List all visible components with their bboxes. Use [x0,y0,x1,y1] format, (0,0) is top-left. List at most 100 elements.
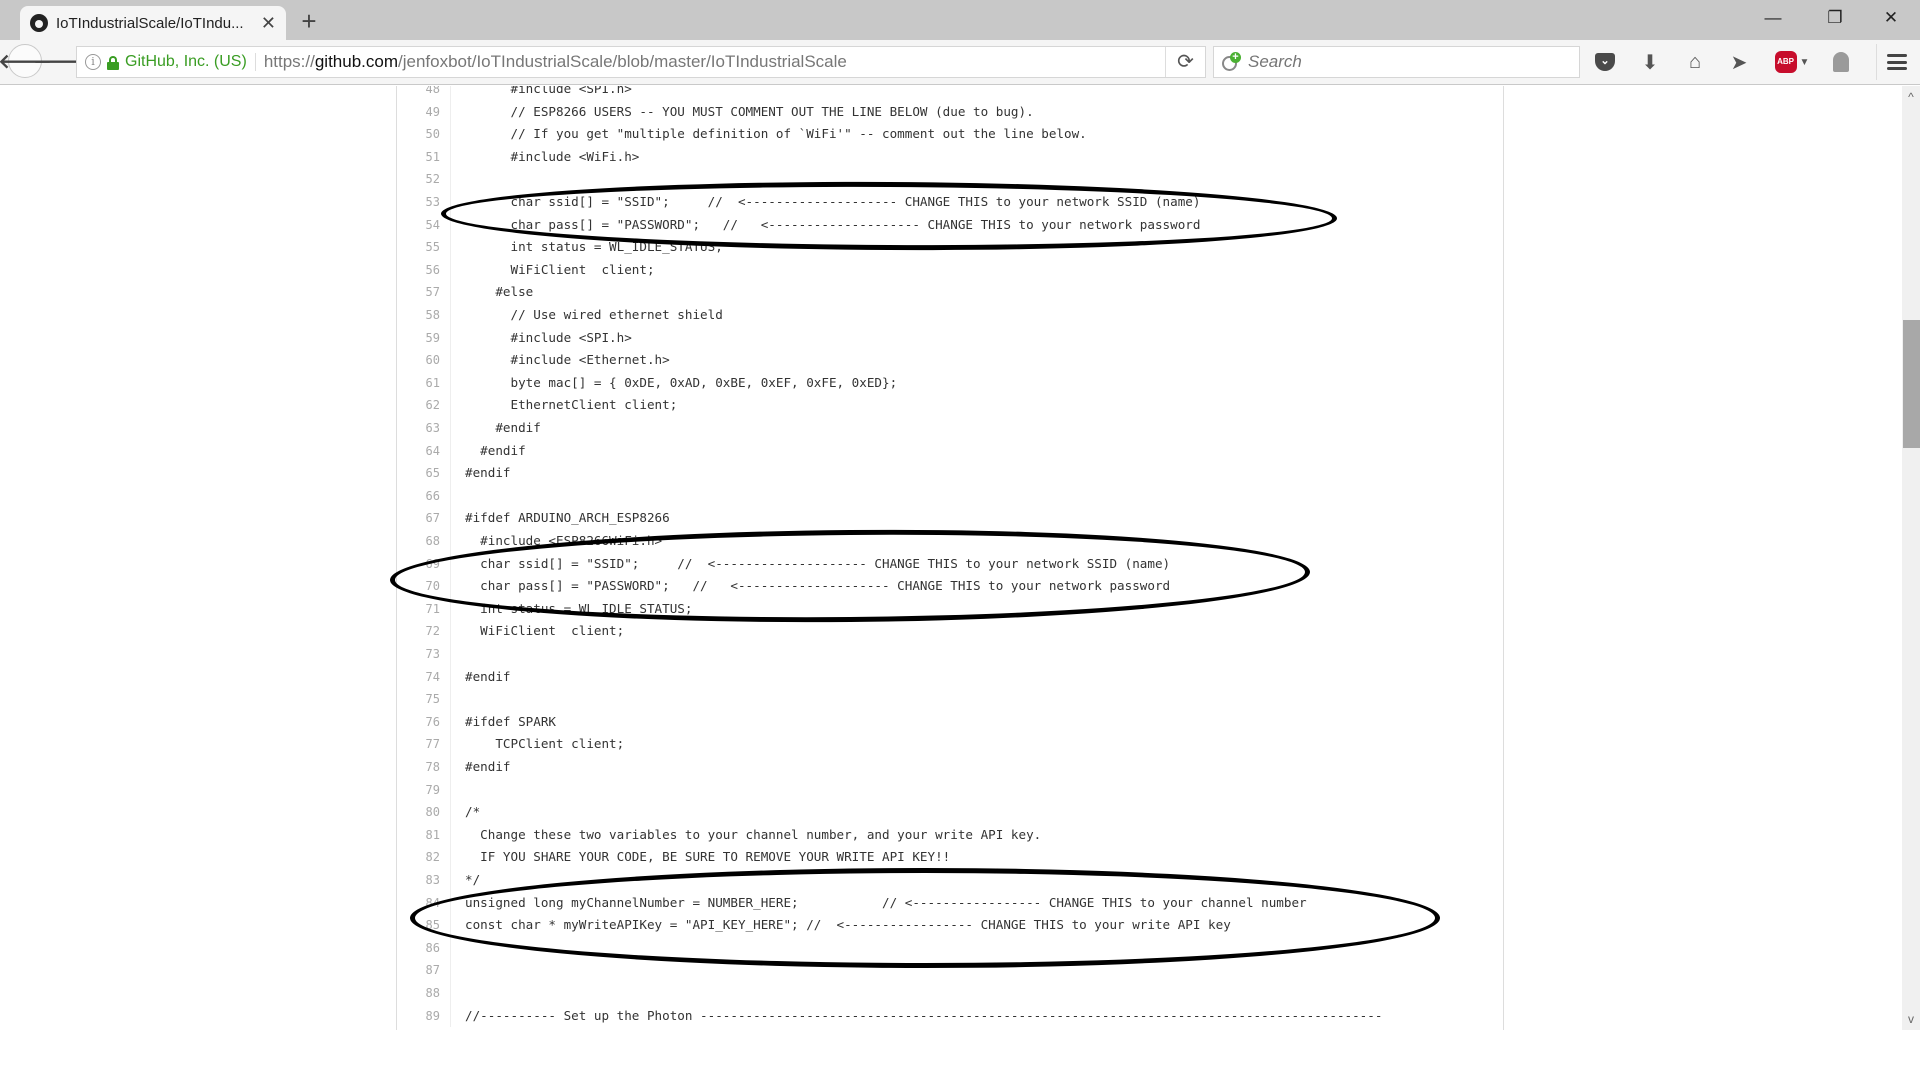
line-number[interactable]: 74 [397,665,451,689]
home-button[interactable]: ⌂ [1680,48,1710,76]
line-number[interactable]: 54 [397,213,451,237]
line-number[interactable]: 84 [397,891,451,915]
line-number[interactable]: 53 [397,191,451,214]
line-number[interactable]: 71 [397,597,451,621]
tab-active[interactable]: IoTIndustrialScale/IoTIndu... ✕ [20,6,286,40]
line-number[interactable]: 87 [397,959,451,982]
code-line: 79 [397,778,1503,802]
line-number[interactable]: 49 [397,100,451,124]
line-number[interactable]: 66 [397,484,451,508]
line-number[interactable]: 57 [397,281,451,304]
code-text: char ssid[] = "SSID"; // <--------------… [465,555,1171,571]
line-number[interactable]: 64 [397,439,451,463]
scroll-thumb[interactable] [1903,320,1920,448]
line-number[interactable]: 65 [397,462,451,485]
line-number[interactable]: 59 [397,326,451,350]
code-text: /* [465,804,481,820]
home-icon: ⌂ [1688,50,1702,73]
line-number[interactable]: 69 [397,552,451,576]
line-number[interactable]: 48 [397,86,451,101]
line-number[interactable]: 55 [397,236,451,259]
restore-button[interactable]: ❐ [1812,0,1858,36]
code-text: #include <SPI.h> [465,329,632,345]
line-number[interactable]: 72 [397,620,451,643]
search-engine-icon[interactable] [1222,52,1244,72]
code-text: #else [465,284,534,300]
close-window-button[interactable]: ✕ [1868,0,1914,36]
pocket-icon: ⌄ [1595,53,1615,71]
line-number[interactable]: 80 [397,801,451,824]
search-bar[interactable] [1213,46,1580,78]
code-line: 88 [397,982,1503,1005]
line-number[interactable]: 70 [397,575,451,598]
url-text[interactable]: https://github.com/jenfoxbot/IoTIndustri… [264,52,1165,72]
code-line: 71 int status = WL_IDLE_STATUS; [397,597,1503,621]
ghostery-button[interactable] [1826,48,1856,76]
code-line: 77 TCPClient client; [397,733,1503,756]
code-text: char pass[] = "PASSWORD"; // <----------… [465,578,1171,594]
code-text: // If you get "multiple definition of `W… [465,126,1087,142]
code-line: 60 #include <Ethernet.h> [397,349,1503,372]
line-number[interactable]: 77 [397,733,451,756]
scroll-down-icon[interactable]: v [1902,1010,1920,1028]
line-number[interactable]: 52 [397,168,451,191]
code-text: #endif [465,759,511,774]
line-number[interactable]: 58 [397,304,451,327]
line-number[interactable]: 76 [397,710,451,734]
search-input[interactable] [1248,52,1548,72]
line-number[interactable]: 60 [397,349,451,372]
code-line: 57 #else [397,281,1503,304]
forward-button[interactable]: 🡒 [33,44,87,78]
minimize-button[interactable]: — [1750,0,1796,36]
line-number[interactable]: 63 [397,417,451,440]
downloads-button[interactable]: ⬇ [1635,48,1665,76]
send-button[interactable]: ➤ [1724,48,1754,76]
line-number[interactable]: 79 [397,778,451,802]
url-host: github.com [314,52,399,71]
vertical-scrollbar[interactable]: ^ v [1902,86,1920,1030]
line-number[interactable]: 75 [397,688,451,711]
line-number[interactable]: 88 [397,982,451,1005]
code-line: 76 #ifdef SPARK [397,710,1503,734]
site-identity[interactable]: GitHub, Inc. (US) [125,53,256,71]
adblock-button[interactable]: ABP ▼ [1772,48,1812,76]
code-line: 49 // ESP8266 USERS -- YOU MUST COMMENT … [397,100,1503,124]
line-number[interactable]: 67 [397,507,451,530]
line-number[interactable]: 81 [397,823,451,847]
line-number[interactable]: 89 [397,1004,451,1028]
code-text: char pass[] = "PASSWORD"; // <----------… [465,216,1201,232]
menu-button[interactable] [1882,48,1912,76]
line-number[interactable]: 50 [397,123,451,146]
line-number[interactable]: 56 [397,258,451,282]
url-scheme: https:// [263,52,315,71]
code-text: int status = WL_IDLE_STATUS; [465,600,693,616]
code-line: 64 #endif [397,439,1503,463]
code-text: #ifdef SPARK [465,713,556,729]
scroll-up-icon[interactable]: ^ [1902,88,1920,106]
code-line: 62 EthernetClient client; [397,394,1503,417]
code-text: char ssid[] = "SSID"; // <--------------… [465,194,1201,209]
code-line: 81 Change these two variables to your ch… [397,823,1503,847]
line-number[interactable]: 82 [397,846,451,869]
line-number[interactable]: 85 [397,914,451,937]
line-number[interactable]: 78 [397,756,451,779]
line-number[interactable]: 51 [397,145,451,169]
line-number[interactable]: 62 [397,394,451,417]
code-line: 86 [397,936,1503,960]
toolbar-separator [1876,44,1877,80]
code-line: 53 char ssid[] = "SSID"; // <-----------… [397,191,1503,214]
url-bar[interactable]: i GitHub, Inc. (US) https://github.com/j… [76,46,1206,78]
reload-button[interactable]: ⟳ [1165,47,1205,77]
line-number[interactable]: 83 [397,869,451,892]
line-number[interactable]: 73 [397,643,451,666]
new-tab-button[interactable]: + [294,6,324,36]
info-icon[interactable]: i [85,54,101,70]
code-line: 66 [397,484,1503,508]
pocket-button[interactable]: ⌄ [1590,48,1620,76]
line-number[interactable]: 68 [397,530,451,553]
line-number[interactable]: 61 [397,371,451,395]
code-text: #include <ESP8266WiFi.h> [465,533,663,548]
code-line: 84 unsigned long myChannelNumber = NUMBER… [397,891,1503,915]
tab-close-icon[interactable]: ✕ [261,13,276,34]
line-number[interactable]: 86 [397,936,451,960]
